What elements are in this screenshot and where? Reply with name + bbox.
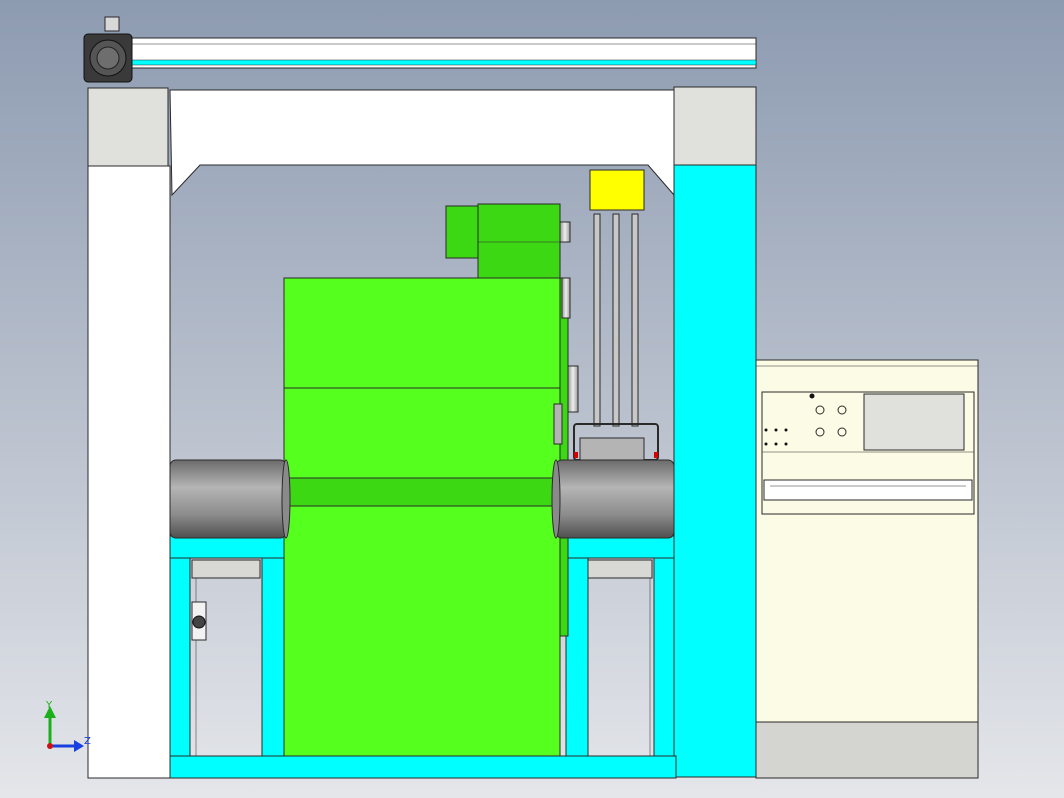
coordinate-triad-icon: Y Z: [44, 700, 91, 752]
right-column[interactable]: [673, 86, 757, 778]
yellow-sensor[interactable]: [589, 169, 645, 211]
green-machine-body[interactable]: [283, 277, 579, 757]
top-beam[interactable]: [89, 37, 757, 69]
servo-motor[interactable]: [83, 16, 133, 83]
rod-assembly[interactable]: [573, 213, 659, 461]
left-pipe[interactable]: [169, 459, 291, 539]
triad-z-label: Z: [84, 736, 91, 747]
cad-viewport[interactable]: Y Z: [0, 0, 1064, 798]
display-screen[interactable]: [863, 393, 965, 451]
cad-model[interactable]: Y Z: [0, 0, 1064, 798]
green-motor-box[interactable]: [445, 203, 571, 279]
triad-y-label: Y: [45, 700, 53, 711]
left-column[interactable]: [87, 87, 171, 779]
right-pipe[interactable]: [551, 459, 675, 539]
